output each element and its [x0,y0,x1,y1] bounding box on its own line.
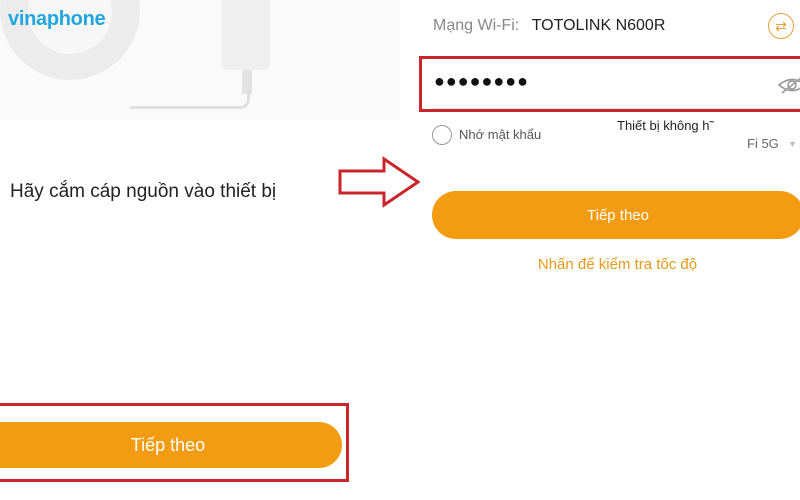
device-note-text: Thiết bị không h˜ [617,118,714,133]
device-note-fragment: Fi 5G [747,136,779,151]
speed-test-link[interactable]: Nhấn để kiểm tra tốc độ [400,256,800,273]
remember-password-label: Nhớ mật khẩu [459,127,542,142]
remember-password-checkbox[interactable] [432,125,452,145]
switch-network-icon[interactable]: ⇄ [768,13,794,39]
wifi-network-row: Mạng Wi-Fi: TOTOLINK N600R ⇄ [433,13,800,41]
right-screen: Mạng Wi-Fi: TOTOLINK N600R ⇄ ●●●●●●●● Nh… [400,0,800,500]
highlight-box-left-next [0,403,349,482]
wifi-label: Mạng Wi-Fi: [433,17,520,34]
right-next-button[interactable]: Tiếp theo [432,191,800,239]
highlight-box-password [419,56,800,112]
arrow-right-icon [338,156,421,208]
power-cable-illustration [130,90,250,109]
instruction-text: Hãy cắm cáp nguồn vào thiết bị [10,181,277,202]
vinaphone-logo: vinaphone [8,8,106,30]
left-screen: Hãy cắm cáp nguồn vào thiết bị Tiếp theo [0,0,402,500]
chevron-down-icon: ▼ [788,139,797,149]
power-plug-illustration [222,0,270,70]
wifi-name: TOTOLINK N600R [531,17,666,34]
